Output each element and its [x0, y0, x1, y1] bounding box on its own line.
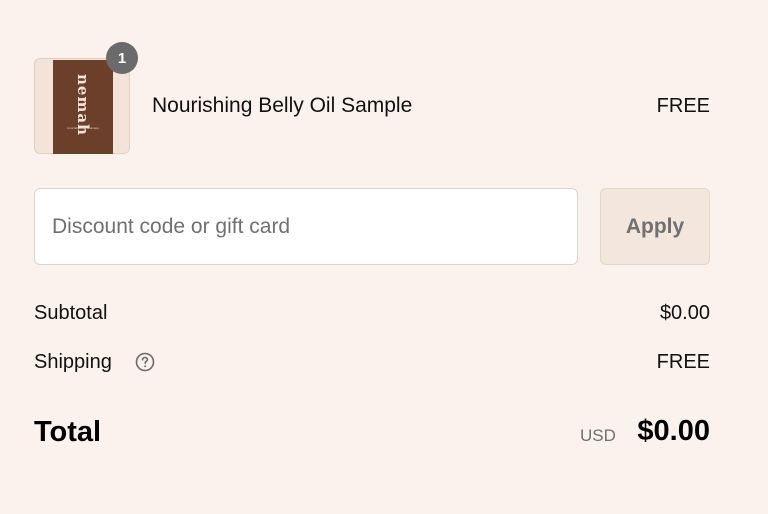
product-brand-text: nemah [74, 74, 92, 136]
apply-button[interactable]: Apply [600, 188, 710, 265]
product-label-text: nourish belly therapy [67, 126, 99, 130]
subtotal-label: Subtotal [34, 302, 108, 324]
total-currency: USD [580, 426, 616, 445]
total-label: Total [34, 416, 102, 448]
product-title: Nourishing Belly Oil Sample [152, 94, 413, 117]
shipping-label: Shipping [34, 351, 112, 373]
product-price: FREE [656, 95, 710, 117]
quantity-badge: 1 [106, 42, 138, 74]
subtotal-value: $0.00 [659, 302, 710, 324]
question-circle-icon[interactable] [135, 352, 155, 372]
product-image: nemah nourish belly therapy [53, 60, 113, 154]
shipping-value: FREE [656, 351, 710, 373]
discount-code-input[interactable] [34, 188, 578, 265]
order-summary: nemah nourish belly therapy 1 Nourishing… [0, 0, 768, 514]
total-value: $0.00 [637, 415, 710, 447]
